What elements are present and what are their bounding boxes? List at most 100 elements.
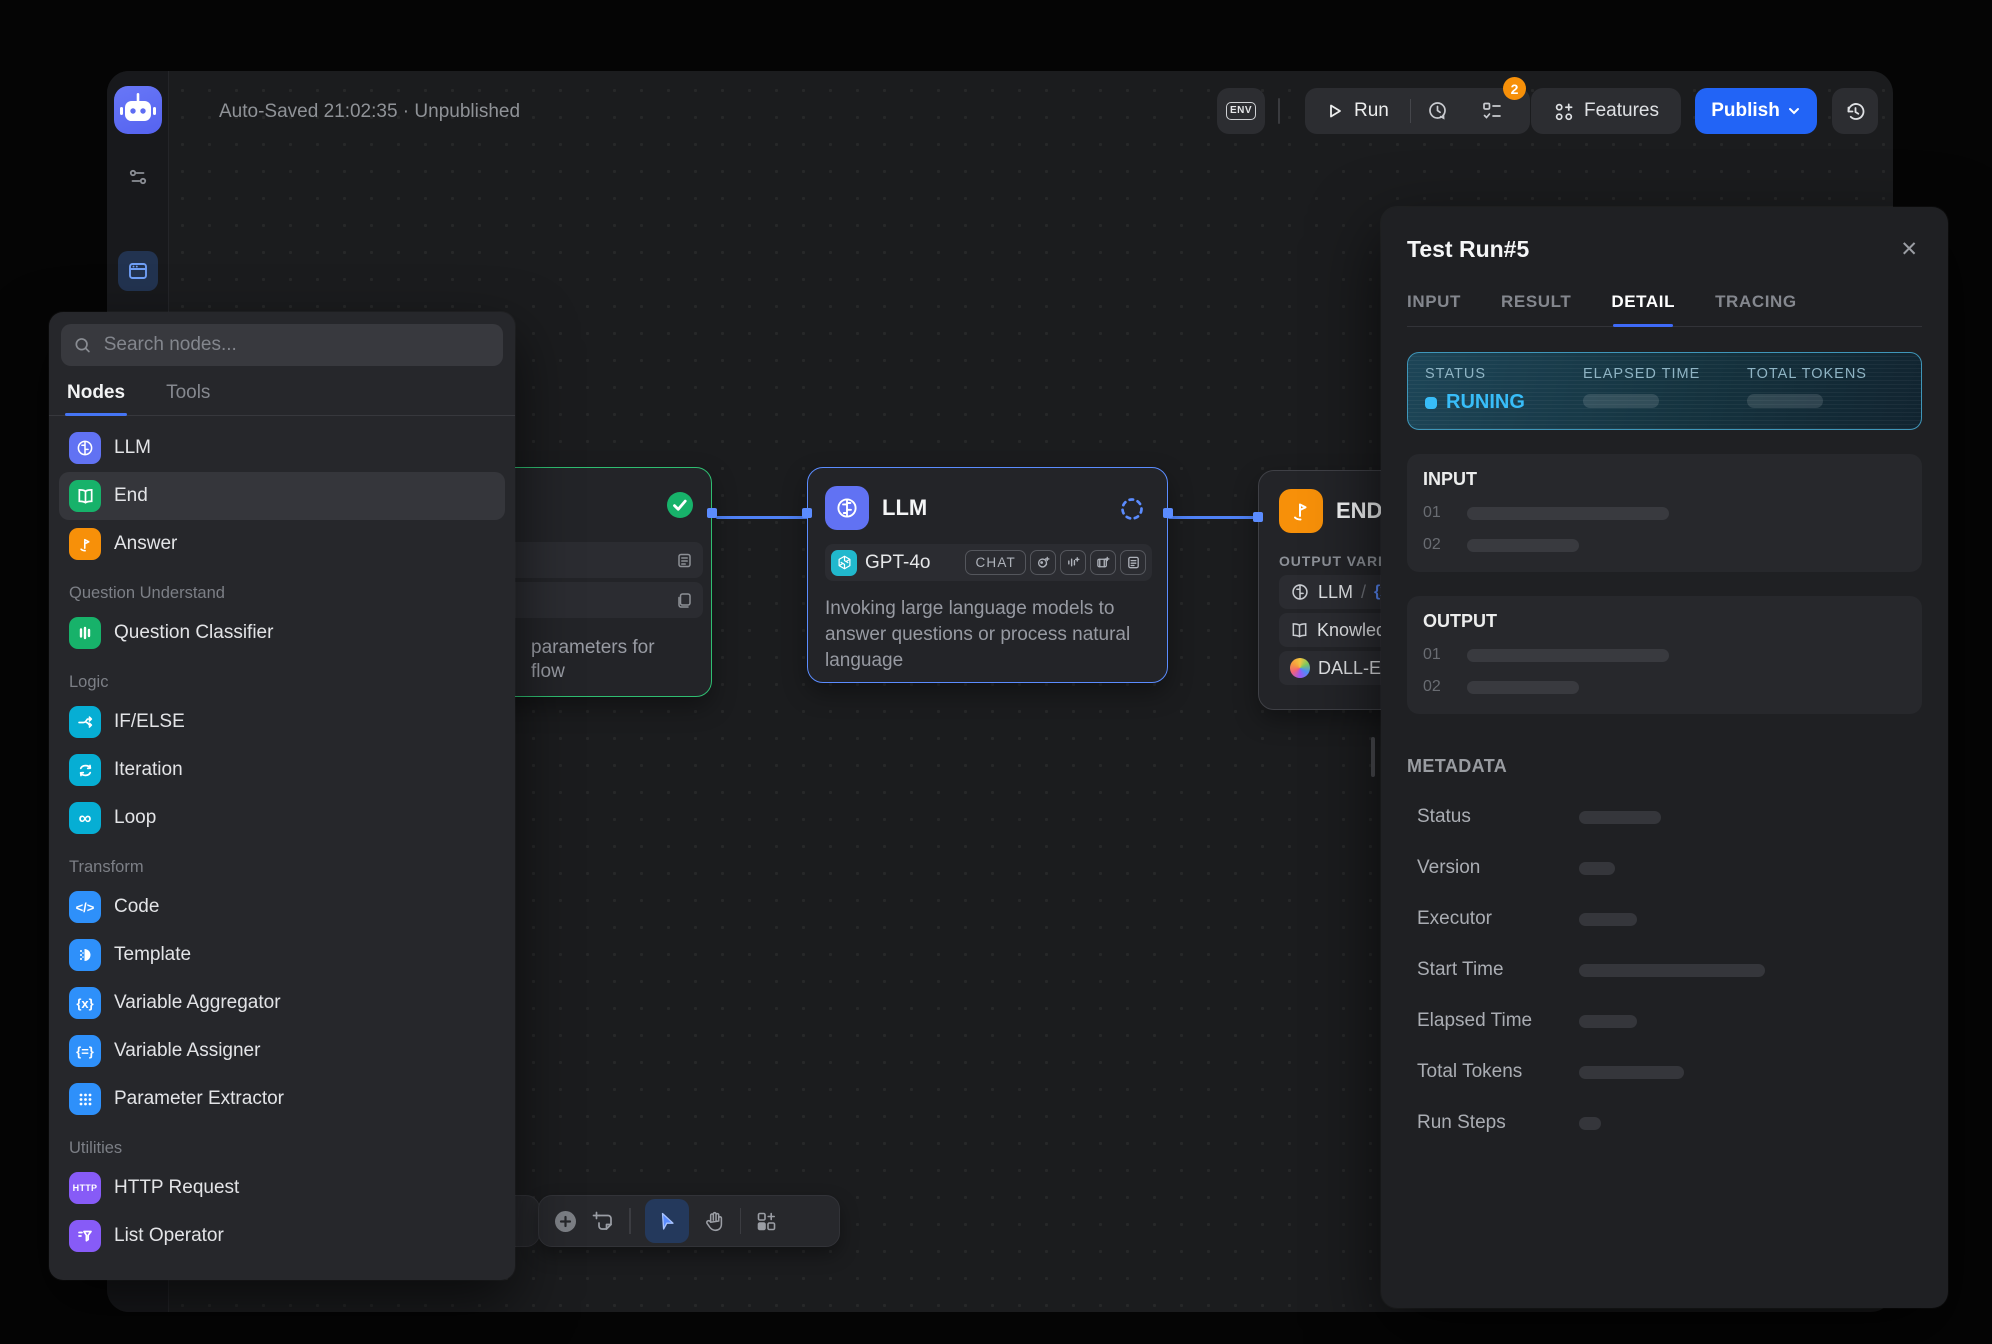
documents-icon — [676, 592, 693, 609]
skeleton-bar — [1579, 862, 1615, 875]
pointer-mode-button[interactable] — [645, 1199, 689, 1243]
node-item-variable-assigner[interactable]: {=} Variable Assigner — [59, 1027, 505, 1075]
skeleton-bar — [1579, 811, 1661, 824]
canvas-scroll-indicator[interactable] — [1371, 737, 1375, 777]
close-icon[interactable]: ✕ — [1896, 235, 1922, 264]
document-capability-icon — [1120, 550, 1146, 575]
node-list: LLM End Answer Question Understand Que — [49, 416, 515, 1260]
node-item-iteration[interactable]: Iteration — [59, 746, 505, 794]
llm-node-title: LLM — [882, 495, 927, 521]
add-node-button[interactable] — [553, 1209, 578, 1234]
node-item-template[interactable]: Template — [59, 931, 505, 979]
brain-icon — [1290, 582, 1310, 602]
node-item-answer[interactable]: Answer — [59, 520, 505, 568]
tab-tracing[interactable]: TRACING — [1715, 292, 1797, 326]
workflow-settings-button[interactable] — [120, 159, 156, 195]
iteration-icon — [69, 754, 101, 786]
tab-tools[interactable]: Tools — [166, 382, 210, 415]
skeleton-bar — [1467, 539, 1579, 552]
tab-input[interactable]: INPUT — [1407, 292, 1461, 326]
features-icon — [1553, 101, 1574, 122]
llm-brain-icon — [69, 432, 101, 464]
node-item-end[interactable]: End — [59, 472, 505, 520]
panel-toggle-button[interactable] — [118, 251, 158, 291]
node-item-list-operator[interactable]: List Operator — [59, 1212, 505, 1260]
end-input-port[interactable] — [1253, 512, 1263, 522]
http-icon: HTTP — [69, 1172, 101, 1204]
node-item-llm[interactable]: LLM — [59, 424, 505, 472]
plus-circle-icon — [553, 1209, 578, 1234]
topbar-divider — [1278, 98, 1280, 124]
node-item-loop[interactable]: ∞ Loop — [59, 794, 505, 842]
search-input[interactable] — [102, 333, 490, 357]
classifier-bars-icon — [69, 617, 101, 649]
video-capability-icon — [1090, 550, 1116, 575]
skeleton-bar — [1579, 964, 1765, 977]
canvas-toolbar — [538, 1195, 840, 1247]
env-icon: ENV — [1226, 102, 1256, 120]
metadata-row-elapsed-time: Elapsed Time — [1407, 1010, 1922, 1032]
version-history-button[interactable] — [1832, 88, 1878, 134]
features-button[interactable]: Features — [1531, 88, 1681, 134]
organize-icon — [755, 1210, 778, 1233]
branch-icon — [69, 706, 101, 738]
env-button[interactable]: ENV — [1217, 88, 1265, 134]
chevron-down-icon — [1787, 104, 1801, 118]
edge-llm-to-end — [1168, 516, 1259, 519]
node-item-if-else[interactable]: IF/ELSE — [59, 698, 505, 746]
organize-nodes-button[interactable] — [755, 1210, 778, 1233]
section-question-understand: Question Understand — [59, 568, 505, 609]
elapsed-time-label: ELAPSED TIME — [1583, 366, 1700, 382]
hand-mode-button[interactable] — [703, 1210, 726, 1233]
skeleton-bar — [1467, 507, 1669, 520]
llm-node-description: Invoking large language models to answer… — [825, 596, 1150, 674]
node-item-parameter-extractor[interactable]: Parameter Extractor — [59, 1075, 505, 1123]
sliders-icon — [127, 166, 149, 188]
tab-nodes[interactable]: Nodes — [67, 382, 125, 415]
input-row: 02 — [1423, 536, 1906, 554]
start-output-port[interactable] — [707, 508, 717, 518]
success-check-icon — [665, 490, 695, 520]
node-item-variable-aggregator[interactable]: {x} Variable Aggregator — [59, 979, 505, 1027]
run-button[interactable]: Run — [1305, 100, 1410, 122]
checklist-count-badge: 2 — [1503, 77, 1526, 100]
vision-capability-icon — [1030, 550, 1056, 575]
llm-brain-icon — [825, 486, 869, 530]
model-selector[interactable]: GPT-4o CHAT — [825, 544, 1152, 581]
tab-result[interactable]: RESULT — [1501, 292, 1571, 326]
add-note-button[interactable] — [592, 1210, 615, 1233]
variable-aggregator-icon: {x} — [69, 987, 101, 1019]
autosave-status: Auto-Saved 21:02:35 · Unpublished — [219, 101, 520, 123]
note-add-icon — [592, 1210, 615, 1233]
edge-start-to-llm — [716, 516, 808, 519]
llm-input-port[interactable] — [802, 508, 812, 518]
skeleton-bar — [1579, 913, 1637, 926]
skeleton-bar — [1579, 1015, 1637, 1028]
llm-output-port[interactable] — [1163, 508, 1173, 518]
end-flag-icon — [1279, 489, 1323, 533]
metadata-row-total-tokens: Total Tokens — [1407, 1061, 1922, 1083]
end-node-title: END — [1336, 498, 1382, 524]
publish-button[interactable]: Publish — [1695, 88, 1817, 134]
openai-icon — [831, 550, 857, 576]
toolbar-divider — [740, 1208, 742, 1234]
status-label: STATUS — [1425, 366, 1525, 382]
test-run-tabs: INPUT RESULT DETAIL TRACING — [1407, 292, 1922, 327]
input-card: INPUT 01 02 — [1407, 454, 1922, 572]
node-item-question-classifier[interactable]: Question Classifier — [59, 609, 505, 657]
node-item-http-request[interactable]: HTTP HTTP Request — [59, 1164, 505, 1212]
app-logo[interactable] — [114, 86, 162, 134]
test-run-panel: Test Run#5 ✕ INPUT RESULT DETAIL TRACING… — [1381, 207, 1948, 1308]
node-item-code[interactable]: </> Code — [59, 883, 505, 931]
checklist-button[interactable] — [1465, 100, 1519, 122]
node-search[interactable] — [61, 324, 503, 366]
history-icon — [1844, 100, 1867, 123]
total-tokens-skeleton — [1747, 394, 1823, 408]
tab-detail[interactable]: DETAIL — [1611, 292, 1675, 326]
section-utilities: Utilities — [59, 1123, 505, 1164]
checklist-icon — [1481, 100, 1503, 122]
skeleton-bar — [1467, 681, 1579, 694]
run-history-button[interactable] — [1411, 100, 1465, 122]
elapsed-time-skeleton — [1583, 394, 1659, 408]
llm-node[interactable]: LLM GPT-4o CHAT — [807, 467, 1168, 683]
